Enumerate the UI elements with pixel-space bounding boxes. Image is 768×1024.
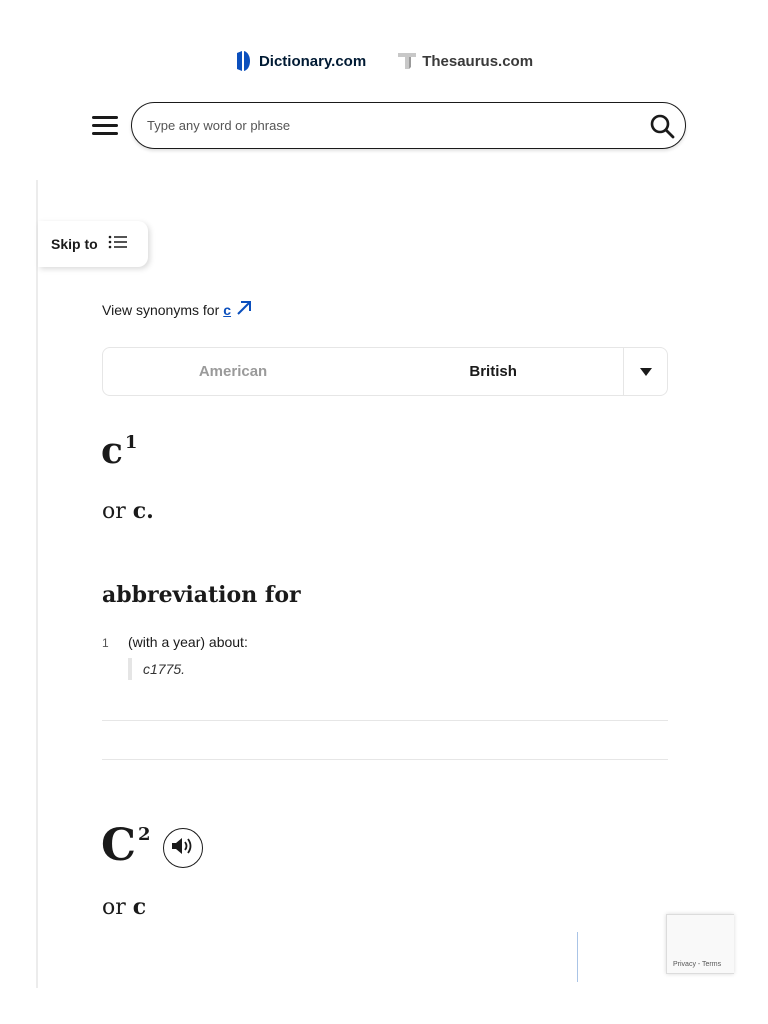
tab-british[interactable]: British [363, 348, 623, 395]
list-icon [108, 234, 128, 255]
definition-number: 1 [102, 636, 109, 650]
thesaurus-logo-icon [398, 51, 417, 71]
entry-headword: c1 [101, 430, 137, 472]
search-icon[interactable] [649, 113, 675, 139]
variant-prefix: or [102, 895, 126, 920]
caret-down-icon[interactable] [623, 348, 667, 395]
left-divider [36, 180, 38, 988]
menu-bar [92, 123, 118, 127]
section-divider [102, 759, 668, 760]
recaptcha-links[interactable]: Privacy - Terms [673, 961, 721, 968]
homograph-number: 2 [138, 824, 151, 846]
definition-text: (with a year) about: [128, 634, 248, 650]
headword-text: c [101, 430, 123, 472]
arrow-up-right-icon[interactable] [235, 299, 253, 320]
dictionary-brand-link[interactable]: Dictionary.com [235, 51, 366, 71]
section-divider [102, 720, 668, 721]
dictionary-logo-icon [235, 51, 253, 71]
synonyms-word-link[interactable]: c [223, 302, 231, 318]
menu-bar [92, 115, 118, 119]
variant-line: or c [102, 894, 146, 920]
dictionary-brand-label: Dictionary.com [258, 52, 367, 70]
menu-bar [92, 131, 118, 135]
view-synonyms-label: View synonyms for [102, 301, 220, 318]
variant-form: c [132, 894, 147, 920]
homograph-number: 1 [124, 432, 138, 453]
thesaurus-brand-label: Thesaurus.com [422, 52, 534, 70]
entry-headword: C2 [101, 820, 151, 871]
ad-divider [577, 932, 578, 982]
brand-bar: Dictionary.com Thesaurus.com [0, 48, 768, 74]
thesaurus-brand-link[interactable]: Thesaurus.com [398, 51, 533, 71]
pronunciation-audio-button[interactable] [163, 828, 203, 868]
recaptcha-badge[interactable]: Privacy - Terms [666, 914, 734, 974]
part-of-speech: abbreviation for [102, 582, 301, 608]
view-synonyms: View synonyms for c [102, 299, 253, 320]
variant-prefix: or [102, 499, 126, 524]
skip-to-label: Skip to [51, 236, 98, 252]
menu-icon[interactable] [92, 112, 118, 138]
search-input[interactable] [132, 117, 629, 134]
definition-example: c1775. [128, 658, 185, 680]
headword-text: C [101, 820, 137, 871]
variant-form: c. [132, 498, 154, 524]
dictionary-tabs: American British [102, 347, 668, 396]
tab-american[interactable]: American [103, 348, 363, 395]
search-bar [131, 102, 686, 149]
variant-line: or c. [102, 498, 154, 524]
speaker-icon [171, 836, 195, 861]
skip-to-button[interactable]: Skip to [38, 221, 148, 267]
